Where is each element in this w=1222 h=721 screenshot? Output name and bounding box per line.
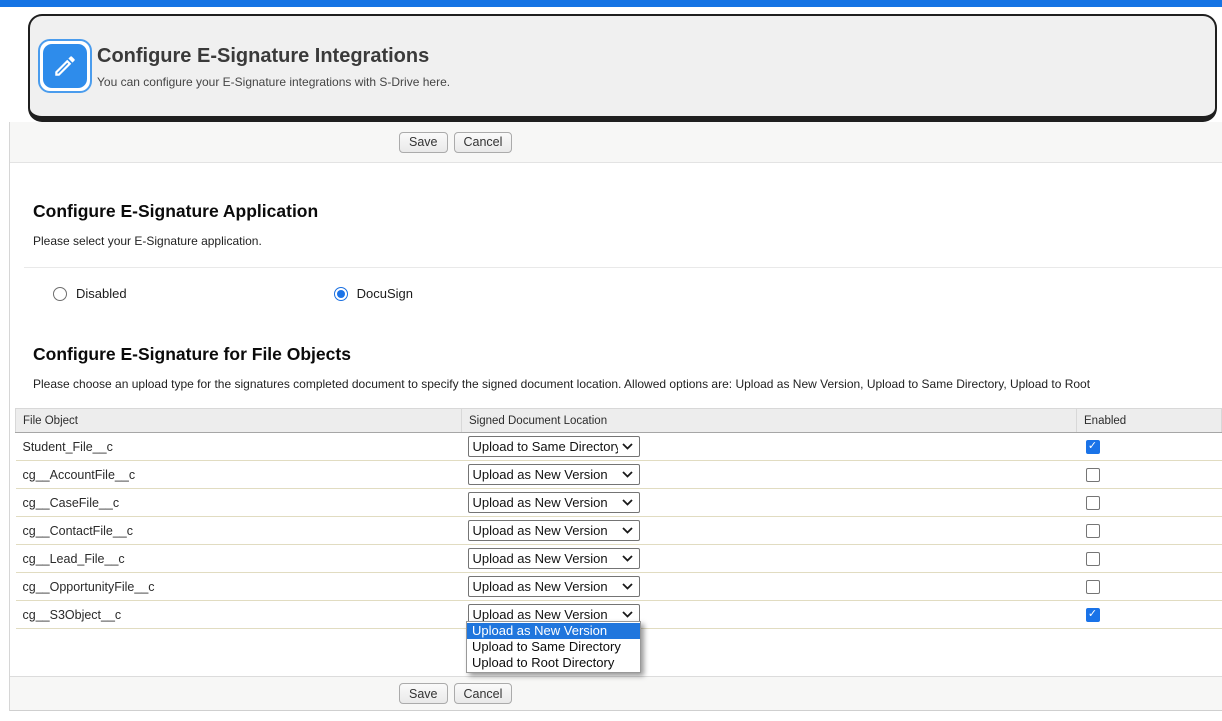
signed-document-location-select[interactable]: Upload as New Version <box>468 548 640 569</box>
enabled-checkbox[interactable] <box>1086 468 1100 482</box>
pencil-icon <box>43 44 87 88</box>
radio-option-disabled[interactable]: Disabled <box>53 286 127 301</box>
column-header-file-object: File Object <box>16 409 462 433</box>
file-objects-section-description: Please choose an upload type for the sig… <box>33 377 1222 391</box>
file-object-cell: cg__CaseFile__c <box>16 489 462 517</box>
file-object-cell: cg__Lead_File__c <box>16 545 462 573</box>
dropdown-option[interactable]: Upload to Root Directory <box>467 655 640 671</box>
application-section-title: Configure E-Signature Application <box>33 163 1222 221</box>
chevron-down-icon <box>622 583 633 590</box>
select-value: Upload as New Version <box>473 495 618 510</box>
radio-selected-icon[interactable] <box>334 287 348 301</box>
table-row: cg__OpportunityFile__c Upload as New Ver… <box>16 573 1222 601</box>
save-button-bottom[interactable]: Save <box>399 683 448 704</box>
column-header-signed-document-location: Signed Document Location <box>462 409 1077 433</box>
select-value: Upload as New Version <box>473 579 618 594</box>
radio-option-label: DocuSign <box>357 286 413 301</box>
signed-document-location-select[interactable]: Upload as New Version <box>468 520 640 541</box>
page-title: Configure E-Signature Integrations <box>97 44 450 68</box>
top-toolbar: Save Cancel <box>10 122 1222 163</box>
save-button[interactable]: Save <box>399 132 448 153</box>
dropdown-option[interactable]: Upload as New Version <box>467 623 640 639</box>
chevron-down-icon <box>622 611 633 618</box>
chevron-down-icon <box>622 527 633 534</box>
select-value: Upload as New Version <box>473 523 618 538</box>
chevron-down-icon <box>622 443 633 450</box>
signed-document-location-select[interactable]: Upload as New Version <box>468 576 640 597</box>
dropdown-option[interactable]: Upload to Same Directory <box>467 639 640 655</box>
enabled-checkbox[interactable] <box>1086 552 1100 566</box>
signed-document-location-select[interactable]: Upload as New Version <box>468 492 640 513</box>
table-row: cg__Lead_File__c Upload as New Version <box>16 545 1222 573</box>
file-object-cell: Student_File__c <box>16 433 462 461</box>
application-section-description: Please select your E-Signature applicati… <box>33 234 1222 248</box>
file-object-cell: cg__ContactFile__c <box>16 517 462 545</box>
file-object-cell: cg__OpportunityFile__c <box>16 573 462 601</box>
chevron-down-icon <box>622 499 633 506</box>
chevron-down-icon <box>622 555 633 562</box>
select-value: Upload as New Version <box>473 551 618 566</box>
enabled-checkbox[interactable] <box>1086 440 1100 454</box>
file-object-cell: cg__AccountFile__c <box>16 461 462 489</box>
cancel-button-bottom[interactable]: Cancel <box>454 683 513 704</box>
page-subtitle: You can configure your E-Signature integ… <box>97 75 450 89</box>
radio-option-label: Disabled <box>76 286 127 301</box>
signed-document-location-select[interactable]: Upload to Same Directory <box>468 436 640 457</box>
table-row: cg__CaseFile__c Upload as New Version <box>16 489 1222 517</box>
select-value: Upload as New Version <box>473 467 618 482</box>
file-objects-section-title: Configure E-Signature for File Objects <box>33 301 1222 364</box>
header-icon-frame <box>38 39 92 93</box>
radio-unselected-icon[interactable] <box>53 287 67 301</box>
file-objects-table: File Object Signed Document Location Ena… <box>15 408 1222 629</box>
chevron-down-icon <box>622 471 633 478</box>
table-header-row: File Object Signed Document Location Ena… <box>16 409 1222 433</box>
section-divider <box>24 267 1222 268</box>
table-row: Student_File__c Upload to Same Directory <box>16 433 1222 461</box>
enabled-checkbox[interactable] <box>1086 496 1100 510</box>
top-accent-bar <box>0 0 1222 7</box>
enabled-checkbox[interactable] <box>1086 580 1100 594</box>
bottom-toolbar: Save Cancel <box>10 676 1222 711</box>
signed-document-location-select[interactable]: Upload as New Version <box>468 464 640 485</box>
esignature-application-radio-group: Disabled DocuSign <box>53 286 1222 301</box>
enabled-checkbox[interactable] <box>1086 524 1100 538</box>
radio-option-docusign[interactable]: DocuSign <box>334 286 413 301</box>
select-value: Upload as New Version <box>473 607 618 622</box>
file-object-cell: cg__S3Object__c <box>16 601 462 629</box>
file-objects-table-body: Student_File__c Upload to Same Directory… <box>16 433 1222 629</box>
page-content: Configure E-Signature Application Please… <box>10 163 1222 676</box>
open-dropdown: Upload as New VersionUpload to Same Dire… <box>466 621 641 673</box>
enabled-checkbox[interactable] <box>1086 608 1100 622</box>
cancel-button[interactable]: Cancel <box>454 132 513 153</box>
column-header-enabled: Enabled <box>1077 409 1222 433</box>
select-value: Upload to Same Directory <box>473 439 618 454</box>
page-header-panel: Configure E-Signature Integrations You c… <box>28 14 1217 122</box>
table-row: cg__AccountFile__c Upload as New Version <box>16 461 1222 489</box>
table-row: cg__ContactFile__c Upload as New Version <box>16 517 1222 545</box>
